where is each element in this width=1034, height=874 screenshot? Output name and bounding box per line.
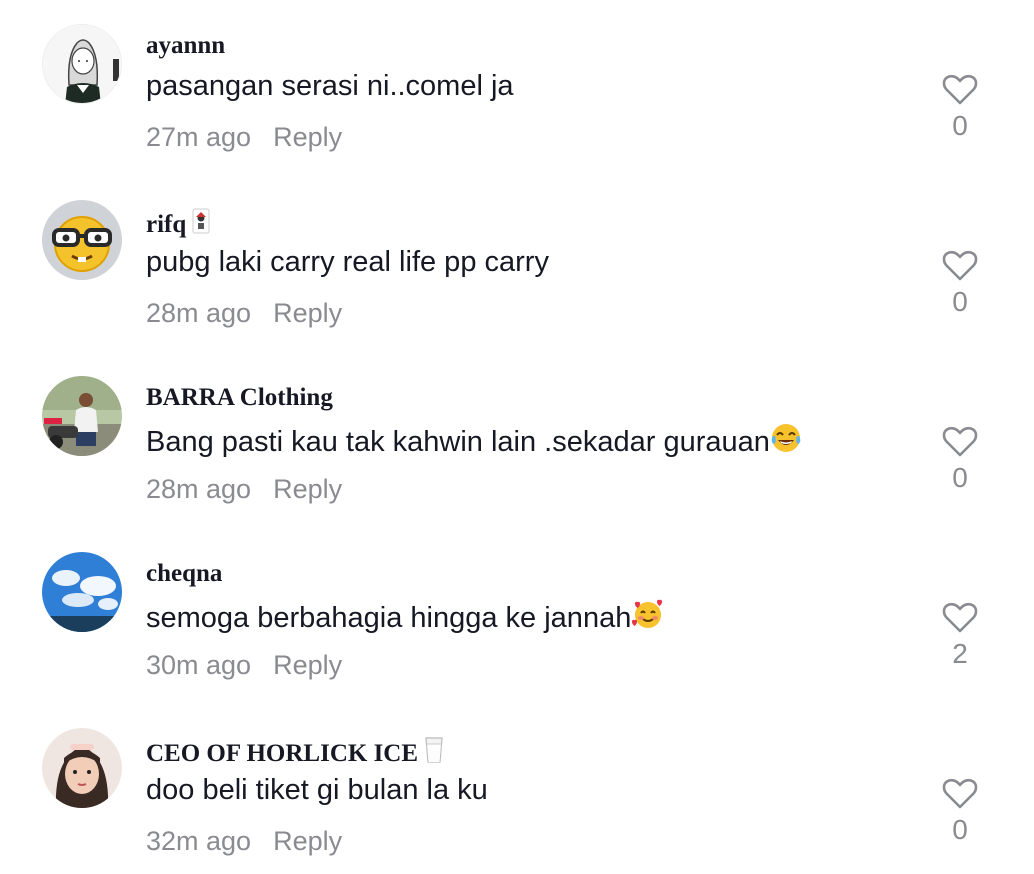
comment-meta: 27m ago Reply <box>146 122 342 153</box>
timestamp: 28m ago <box>146 298 252 328</box>
blue-sky-clouds-avatar-icon <box>42 552 122 632</box>
nerd-face-emoji-avatar-icon <box>42 200 122 280</box>
reply-button[interactable]: Reply <box>273 298 342 328</box>
comment-item: BARRA Clothing Bang pasti kau tak kahwin… <box>0 352 1034 505</box>
like-control: 0 <box>936 74 984 142</box>
username[interactable]: BARRA Clothing <box>146 384 333 412</box>
like-count: 2 <box>952 638 968 669</box>
comment-meta: 30m ago Reply <box>146 650 342 681</box>
reply-button[interactable]: Reply <box>273 474 342 504</box>
comment-item: rifq pubg laki carry real life pp carry … <box>0 176 1034 329</box>
comment-meta: 28m ago Reply <box>146 474 342 505</box>
comment-item: ayannn pasangan serasi ni..comel ja 27m … <box>0 0 1034 153</box>
timestamp: 28m ago <box>146 474 252 504</box>
heart-icon[interactable] <box>942 426 978 458</box>
timestamp: 30m ago <box>146 650 252 680</box>
reply-button[interactable]: Reply <box>273 826 342 856</box>
avatar[interactable] <box>42 552 122 632</box>
reply-button[interactable]: Reply <box>273 650 342 680</box>
username-text: cheqna <box>146 560 223 587</box>
avatar[interactable] <box>42 24 122 104</box>
man-on-motorbike-photo-avatar-icon <box>42 376 122 456</box>
smiling-face-with-hearts-icon <box>631 598 665 638</box>
timestamp: 32m ago <box>146 826 252 856</box>
comment-item: CEO OF HORLICK ICE doo beli tiket gi bul… <box>0 704 1034 857</box>
timestamp: 27m ago <box>146 122 252 152</box>
like-count: 0 <box>952 110 968 141</box>
username[interactable]: ayannn <box>146 32 225 60</box>
heart-icon[interactable] <box>942 250 978 282</box>
comment-meta: 32m ago Reply <box>146 826 342 857</box>
like-count: 0 <box>952 286 968 317</box>
username[interactable]: CEO OF HORLICK ICE <box>146 736 444 771</box>
username[interactable]: cheqna <box>146 560 222 588</box>
comment-text: Bang pasti kau tak kahwin lain .sekadar … <box>146 422 802 462</box>
avatar[interactable] <box>42 200 122 280</box>
glass-of-milk-icon <box>424 736 444 771</box>
like-control: 0 <box>936 778 984 846</box>
comment-text-content: doo beli tiket gi bulan la ku <box>146 774 488 806</box>
avatar[interactable] <box>42 728 122 808</box>
comment-item: cheqna semoga berbahagia hingga ke janna… <box>0 528 1034 681</box>
username[interactable]: rifq <box>146 208 210 241</box>
username-text: BARRA Clothing <box>146 384 333 411</box>
comment-meta: 28m ago Reply <box>146 298 342 329</box>
username-text: rifq <box>146 210 187 238</box>
joker-playing-card-icon <box>192 208 210 241</box>
girl-selfie-photo-avatar-icon <box>42 728 122 808</box>
like-control: 0 <box>936 250 984 318</box>
comment-text: semoga berbahagia hingga ke jannah <box>146 598 665 638</box>
username-text: CEO OF HORLICK ICE <box>146 739 419 767</box>
comment-text-content: Bang pasti kau tak kahwin lain .sekadar … <box>146 425 770 458</box>
like-count: 0 <box>952 462 968 493</box>
comment-text-content: semoga berbahagia hingga ke jannah <box>146 601 632 634</box>
comment-text-content: pubg laki carry real life pp carry <box>146 246 549 278</box>
like-control: 0 <box>936 426 984 494</box>
like-count: 0 <box>952 814 968 845</box>
face-with-tears-of-joy-icon <box>770 422 802 462</box>
anime-girl-sketch-avatar-icon <box>43 25 121 103</box>
heart-icon[interactable] <box>942 778 978 810</box>
reply-button[interactable]: Reply <box>273 122 342 152</box>
like-control: 2 <box>936 602 984 670</box>
comment-text: doo beli tiket gi bulan la ku <box>146 774 488 807</box>
avatar[interactable] <box>42 376 122 456</box>
heart-icon[interactable] <box>942 74 978 106</box>
comment-text: pasangan serasi ni..comel ja <box>146 70 514 103</box>
heart-icon[interactable] <box>942 602 978 634</box>
username-text: ayannn <box>146 32 226 59</box>
comment-text: pubg laki carry real life pp carry <box>146 246 549 279</box>
comment-text-content: pasangan serasi ni..comel ja <box>146 70 514 102</box>
